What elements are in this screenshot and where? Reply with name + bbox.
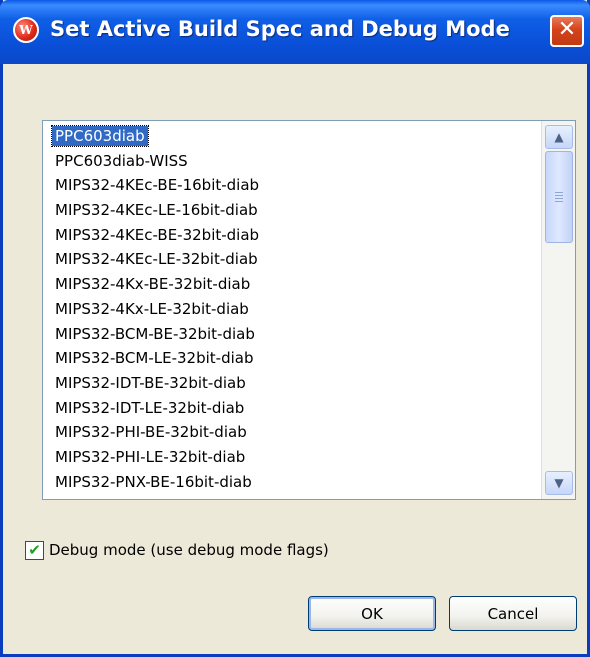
list-item-label: MIPS32-BCM-LE-32bit-diab (55, 349, 254, 368)
list-item-label: PPC603diab (51, 125, 149, 147)
list-item[interactable]: MIPS32-PNX-BE-16bit-diab (43, 471, 540, 496)
debug-mode-option[interactable]: ✔ Debug mode (use debug mode flags) (25, 538, 329, 562)
cancel-button[interactable]: Cancel (449, 596, 577, 631)
build-spec-list: PPC603diab PPC603diab-WISS MIPS32-4KEc-BE-… (43, 121, 540, 499)
list-item[interactable]: MIPS32-4KEc-BE-32bit-diab (43, 224, 540, 249)
list-item[interactable]: PPC603diab-WISS (43, 150, 540, 175)
title-bar[interactable]: W Set Active Build Spec and Debug Mode ✕ (0, 0, 590, 64)
list-item-label: MIPS32-4Kx-BE-32bit-diab (55, 275, 251, 294)
list-item-label: MIPS32-4KEc-LE-16bit-diab (55, 201, 258, 220)
close-icon: ✕ (557, 17, 577, 42)
debug-mode-checkbox[interactable]: ✔ (25, 540, 44, 560)
dialog-title: Set Active Build Spec and Debug Mode (50, 17, 510, 41)
list-item[interactable]: MIPS32-BCM-BE-32bit-diab (43, 323, 540, 348)
list-item-label: MIPS32-IDT-LE-32bit-diab (55, 398, 245, 417)
list-item[interactable]: MIPS32-4Kx-BE-32bit-diab (43, 273, 540, 298)
chevron-up-icon: ▲ (554, 130, 564, 144)
app-logo-icon: W (13, 17, 39, 43)
list-item[interactable]: PPC603diab (43, 125, 540, 150)
list-item-label: MIPS32-PHI-LE-32bit-diab (55, 447, 246, 466)
dialog-window: W Set Active Build Spec and Debug Mode ✕… (0, 0, 590, 657)
debug-mode-label[interactable]: Debug mode (use debug mode flags) (49, 541, 329, 559)
checkmark-icon: ✔ (28, 540, 41, 559)
scroll-down-button[interactable]: ▼ (545, 471, 573, 495)
list-item[interactable]: MIPS32-IDT-BE-32bit-diab (43, 372, 540, 397)
list-item[interactable]: MIPS32-PHI-LE-32bit-diab (43, 446, 540, 471)
list-item-label: PPC603diab-WISS (55, 151, 188, 170)
list-item[interactable]: MIPS32-BCM-LE-32bit-diab (43, 347, 540, 372)
list-item[interactable]: MIPS32-4KEc-LE-16bit-diab (43, 199, 540, 224)
list-item-label: MIPS32-PNX-BE-16bit-diab (55, 472, 252, 491)
list-item[interactable]: MIPS32-4KEc-LE-32bit-diab (43, 248, 540, 273)
chevron-down-icon: ▼ (554, 476, 564, 490)
close-button[interactable]: ✕ (550, 15, 584, 47)
build-spec-listbox[interactable]: PPC603diab PPC603diab-WISS MIPS32-4KEc-BE-… (42, 120, 576, 500)
list-item-label: MIPS32-4KEc-BE-32bit-diab (55, 225, 260, 244)
scroll-thumb[interactable] (545, 151, 573, 243)
list-item-label: MIPS32-BCM-BE-32bit-diab (55, 324, 255, 343)
scroll-up-button[interactable]: ▲ (545, 125, 573, 149)
list-item-label: MIPS32-IDT-BE-32bit-diab (55, 373, 246, 392)
ok-button[interactable]: OK (308, 596, 436, 631)
grip-icon (555, 192, 563, 202)
list-item-label: MIPS32-4Kx-LE-32bit-diab (55, 299, 249, 318)
list-item-label: MIPS32-4KEc-BE-16bit-diab (55, 176, 260, 195)
list-item[interactable]: MIPS32-4KEc-BE-16bit-diab (43, 174, 540, 199)
list-item[interactable]: MIPS32-PHI-BE-32bit-diab (43, 421, 540, 446)
list-item[interactable]: MIPS32-IDT-LE-32bit-diab (43, 397, 540, 422)
list-item-label: MIPS32-PHI-BE-32bit-diab (55, 423, 247, 442)
vertical-scrollbar[interactable]: ▲ ▼ (541, 121, 575, 499)
list-item-label: MIPS32-4KEc-LE-32bit-diab (55, 250, 258, 269)
list-item[interactable]: MIPS32-4Kx-LE-32bit-diab (43, 298, 540, 323)
